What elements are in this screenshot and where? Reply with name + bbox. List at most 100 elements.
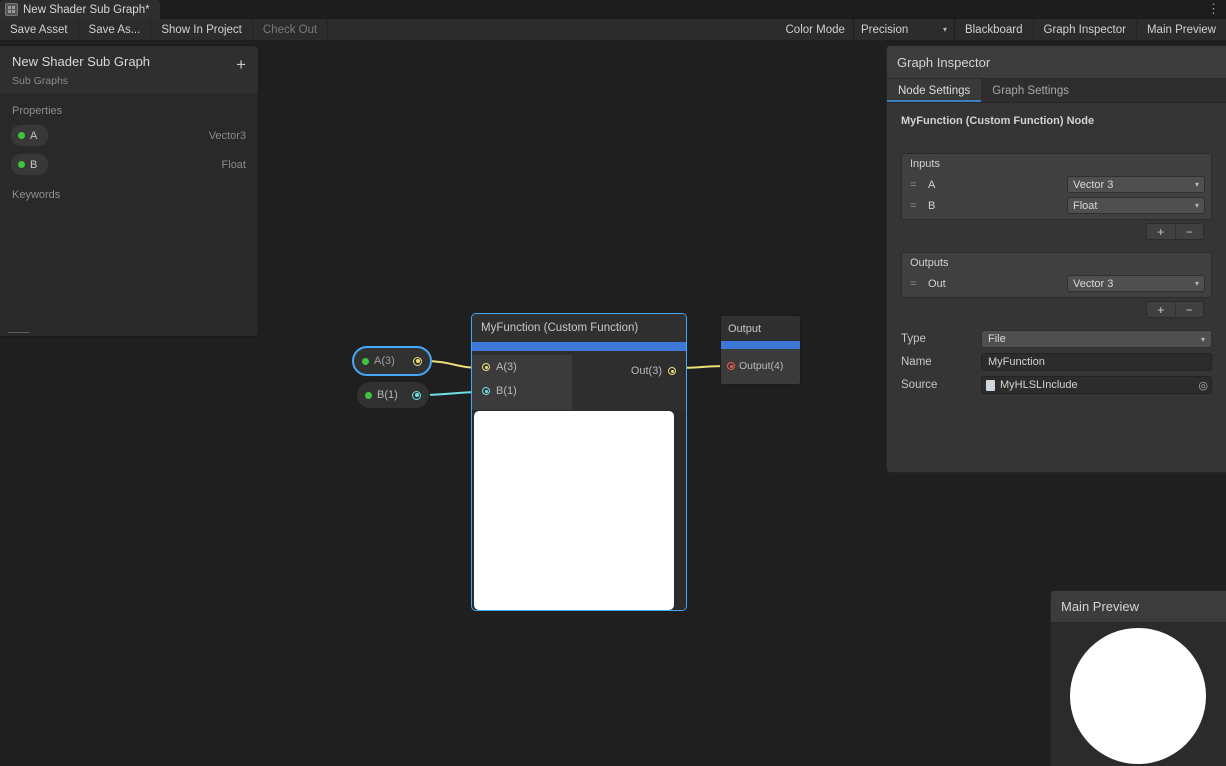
port-label: Output(4)	[739, 360, 783, 372]
property-row-b: B Float	[0, 150, 258, 179]
chevron-down-icon: ▾	[1195, 180, 1199, 189]
object-picker-icon[interactable]: ◎	[1198, 379, 1208, 392]
input-port-output[interactable]: Output(4)	[721, 351, 800, 381]
output-name: Out	[928, 278, 946, 290]
blackboard-toggle-button[interactable]: Blackboard	[955, 19, 1034, 40]
chevron-down-icon: ▾	[1195, 201, 1199, 210]
main-preview-title[interactable]: Main Preview	[1051, 591, 1226, 623]
output-out-type-dropdown[interactable]: Vector 3 ▾	[1067, 275, 1205, 292]
property-node-label: A(3)	[374, 355, 395, 367]
port-dot[interactable]	[482, 363, 490, 371]
graph-inspector-toggle-button[interactable]: Graph Inspector	[1034, 19, 1137, 40]
resize-grip[interactable]	[8, 332, 30, 333]
outputs-box: Outputs = Out Vector 3 ▾	[901, 252, 1212, 298]
toolbar-spacer	[328, 19, 777, 40]
shader-graph-asset-icon	[5, 3, 18, 16]
inputs-box: Inputs = A Vector 3 ▾ = B Float ▾	[901, 153, 1212, 220]
blackboard-subtitle: Sub Graphs	[12, 75, 246, 87]
type-dropdown[interactable]: File ▾	[981, 330, 1212, 348]
output-row-out: = Out Vector 3 ▾	[902, 273, 1211, 294]
property-row-a: A Vector3	[0, 121, 258, 150]
add-property-button[interactable]: +	[236, 58, 246, 72]
add-output-button[interactable]: +	[1147, 302, 1176, 317]
property-pill-b[interactable]: B	[10, 153, 49, 176]
type-field-row: Type File ▾	[901, 330, 1212, 348]
type-label: Type	[901, 333, 981, 345]
property-node-a[interactable]: A(3)	[352, 346, 432, 376]
node-title[interactable]: Output	[721, 316, 800, 341]
inspector-title[interactable]: Graph Inspector	[887, 46, 1226, 79]
node-ports: A(3) B(1) Out(3)	[472, 355, 686, 410]
property-color-dot	[365, 392, 372, 399]
blackboard-panel: New Shader Sub Graph Sub Graphs + Proper…	[0, 45, 259, 337]
add-input-button[interactable]: +	[1147, 224, 1176, 239]
property-node-b[interactable]: B(1)	[356, 381, 430, 409]
tab-title: New Shader Sub Graph*	[23, 4, 150, 16]
remove-output-button[interactable]: −	[1176, 302, 1204, 317]
toolbar: Save Asset Save As... Show In Project Ch…	[0, 19, 1226, 41]
name-field-row: Name MyFunction	[901, 353, 1212, 371]
drag-handle-icon[interactable]: =	[910, 200, 922, 212]
property-node-label: B(1)	[377, 389, 398, 401]
property-type-label: Vector3	[209, 130, 246, 142]
property-color-dot	[18, 161, 25, 168]
remove-input-button[interactable]: −	[1176, 224, 1204, 239]
tab-new-shader-sub-graph[interactable]: New Shader Sub Graph*	[0, 0, 160, 19]
node-preview-area	[472, 410, 686, 611]
source-field-row: Source MyHLSLInclude ◎	[901, 376, 1212, 394]
script-asset-icon	[986, 380, 995, 391]
input-a-type-dropdown[interactable]: Vector 3 ▾	[1067, 176, 1205, 193]
output-port-dot[interactable]	[413, 357, 422, 366]
chevron-down-icon: ▾	[943, 25, 947, 34]
color-mode-label: Color Mode	[778, 19, 853, 40]
source-value: MyHLSLInclude	[1000, 379, 1078, 391]
custom-function-node[interactable]: MyFunction (Custom Function) A(3) B(1) O…	[471, 313, 687, 611]
output-port-out[interactable]: Out(3)	[631, 359, 676, 383]
property-pill-a[interactable]: A	[10, 124, 49, 147]
dropdown-value: Vector 3	[1073, 278, 1113, 290]
outputs-header: Outputs	[902, 253, 1211, 273]
property-name: B	[30, 159, 37, 171]
blackboard-title: New Shader Sub Graph	[12, 54, 246, 69]
port-dot[interactable]	[482, 387, 490, 395]
input-b-type-dropdown[interactable]: Float ▾	[1067, 197, 1205, 214]
output-node[interactable]: Output Output(4)	[720, 315, 801, 385]
dropdown-value: Float	[1073, 200, 1097, 212]
inputs-list-toolbar: + −	[1146, 223, 1204, 240]
node-settings-heading: MyFunction (Custom Function) Node	[901, 115, 1212, 127]
tab-graph-settings[interactable]: Graph Settings	[981, 79, 1080, 102]
window-menu-icon[interactable]: ⋮	[1207, 1, 1220, 17]
properties-section-header: Properties	[0, 95, 258, 121]
source-label: Source	[901, 379, 981, 391]
source-object-field[interactable]: MyHLSLInclude ◎	[981, 376, 1212, 394]
save-as-button[interactable]: Save As...	[79, 19, 152, 40]
port-dot[interactable]	[727, 362, 735, 370]
inputs-header: Inputs	[902, 154, 1211, 174]
preview-sphere	[1070, 628, 1206, 764]
node-title[interactable]: MyFunction (Custom Function)	[472, 314, 686, 342]
drag-handle-icon[interactable]: =	[910, 278, 922, 290]
port-label: B(1)	[496, 385, 517, 397]
color-mode-dropdown[interactable]: Precision ▾	[853, 19, 955, 40]
property-color-dot	[18, 132, 25, 139]
output-port-dot[interactable]	[412, 391, 421, 400]
precision-bar	[721, 341, 800, 349]
outputs-list-toolbar: + −	[1146, 301, 1204, 318]
chevron-down-icon: ▾	[1195, 279, 1199, 288]
blackboard-header[interactable]: New Shader Sub Graph Sub Graphs +	[0, 46, 258, 95]
save-asset-button[interactable]: Save Asset	[0, 19, 79, 40]
chevron-down-icon: ▾	[1201, 335, 1205, 344]
drag-handle-icon[interactable]: =	[910, 179, 922, 191]
show-in-project-button[interactable]: Show In Project	[151, 19, 253, 40]
main-preview-toggle-button[interactable]: Main Preview	[1137, 19, 1226, 40]
main-preview-body[interactable]	[1051, 623, 1226, 766]
name-label: Name	[901, 356, 981, 368]
input-name: B	[928, 200, 935, 212]
graph-inspector-panel: Graph Inspector Node Settings Graph Sett…	[886, 45, 1226, 473]
name-input[interactable]: MyFunction	[981, 353, 1212, 371]
color-mode-value: Precision	[861, 24, 908, 36]
precision-bar	[472, 342, 686, 351]
tab-node-settings[interactable]: Node Settings	[887, 79, 981, 102]
dropdown-value: File	[988, 333, 1006, 345]
port-dot[interactable]	[668, 367, 676, 375]
